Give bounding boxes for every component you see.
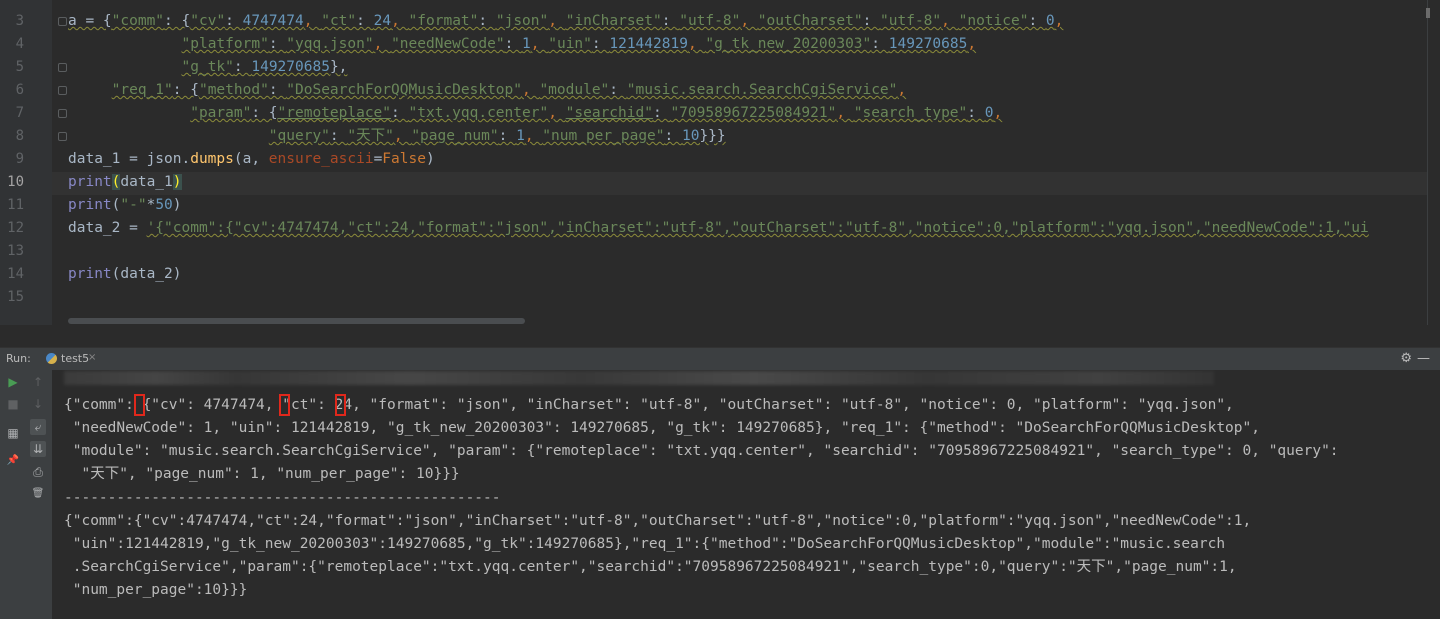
line-number: 5 xyxy=(15,59,24,75)
console-output[interactable]: {"comm": {"cv": 4747474, "ct": 24, "form… xyxy=(52,370,1440,619)
code-line-8: "query": "天下", "page_num": 1, "num_per_p… xyxy=(268,128,726,144)
rerun-icon[interactable]: ▶ xyxy=(5,374,21,390)
up-arrow-icon[interactable]: ↑ xyxy=(30,374,46,390)
trash-icon[interactable]: 🗑 xyxy=(30,486,46,502)
pin-icon[interactable]: 📌 xyxy=(5,453,21,469)
console-line: {"comm": {"cv": 4747474, "ct": 24, "form… xyxy=(64,397,1234,413)
run-toolbar: ▶ ↑ ■ ↓ ▦ ⤶ ⇊ 📌 ⎙ 🗑 xyxy=(0,370,52,619)
code-line-7: "param": {"remoteplace": "txt.yqq.center… xyxy=(190,105,1003,121)
line-number: 15 xyxy=(7,289,24,305)
layout-icon[interactable]: ▦ xyxy=(5,425,21,441)
console-line: .SearchCgiService","param":{"remoteplace… xyxy=(64,559,1237,575)
line-number: 13 xyxy=(7,243,24,259)
run-panel-header: Run: test5 × ⚙ — xyxy=(0,347,1440,372)
code-line-14: print(data_2) xyxy=(68,266,182,282)
fold-marker-icon[interactable] xyxy=(58,63,67,72)
code-line-5: "g_tk": 149270685}, xyxy=(181,59,348,75)
console-line: "天下", "page_num": 1, "num_per_page": 10}… xyxy=(64,466,460,482)
run-tab-label: test5 xyxy=(61,352,90,365)
annotation-box xyxy=(279,394,290,416)
print-icon[interactable]: ⎙ xyxy=(30,464,46,480)
line-number: 14 xyxy=(7,266,24,282)
code-editor[interactable]: 3 4 5 6 7 8 9 10 11 12 13 14 15 a = {"co… xyxy=(0,0,1440,325)
current-line-highlight xyxy=(52,172,1440,195)
code-line-9: data_1 = json.dumps(a, ensure_ascii=Fals… xyxy=(68,151,435,167)
gear-icon[interactable]: ⚙ xyxy=(1400,351,1412,366)
fold-marker-icon[interactable] xyxy=(58,86,67,95)
line-number: 4 xyxy=(15,36,24,52)
run-label: Run: xyxy=(6,352,31,365)
line-number: 7 xyxy=(15,105,24,121)
fold-marker-icon[interactable] xyxy=(58,132,67,141)
annotation-box xyxy=(134,394,145,416)
console-line: "uin":121442819,"g_tk_new_20200303":1492… xyxy=(64,536,1226,552)
line-number: 8 xyxy=(15,128,24,144)
stop-icon[interactable]: ■ xyxy=(5,396,21,412)
down-arrow-icon[interactable]: ↓ xyxy=(30,396,46,412)
scroll-to-end-icon[interactable]: ⇊ xyxy=(30,441,46,457)
console-line: "num_per_page":10}}} xyxy=(64,582,248,598)
line-number: 11 xyxy=(7,197,24,213)
annotation-box xyxy=(335,394,346,416)
run-tab-test5[interactable]: test5 × xyxy=(40,348,96,372)
blurred-command-line xyxy=(64,371,1214,385)
line-number: 12 xyxy=(7,220,24,236)
console-line: {"comm":{"cv":4747474,"ct":24,"format":"… xyxy=(64,513,1252,529)
code-line-6: "req_1": {"method": "DoSearchForQQMusicD… xyxy=(111,82,907,98)
line-number: 6 xyxy=(15,82,24,98)
horizontal-scrollbar[interactable] xyxy=(68,318,525,324)
console-line: "needNewCode": 1, "uin": 121442819, "g_t… xyxy=(64,420,1260,436)
code-line-10: print(data_1) xyxy=(68,174,182,190)
line-number: 3 xyxy=(15,13,24,29)
python-icon xyxy=(46,353,57,364)
editor-right-strip xyxy=(1427,0,1440,325)
soft-wrap-icon[interactable]: ⤶ xyxy=(30,419,46,435)
fold-marker-icon[interactable] xyxy=(58,109,67,118)
close-icon[interactable]: × xyxy=(88,352,96,363)
line-number-current: 10 xyxy=(7,174,24,190)
minimize-icon[interactable]: — xyxy=(1417,351,1430,366)
code-line-4: "platform": "yqq.json", "needNewCode": 1… xyxy=(181,36,977,52)
console-separator: ----------------------------------------… xyxy=(64,490,501,506)
code-line-12: data_2 = '{"comm":{"cv":4747474,"ct":24,… xyxy=(68,220,1369,236)
error-stripe-mark[interactable] xyxy=(1426,8,1430,18)
line-number-gutter: 3 4 5 6 7 8 9 10 11 12 13 14 15 xyxy=(0,0,52,325)
code-line-3: a = {"comm": {"cv": 4747474, "ct": 24, "… xyxy=(68,13,1064,29)
line-number: 9 xyxy=(15,151,24,167)
fold-marker-icon[interactable] xyxy=(58,17,67,26)
code-line-11: print("-"*50) xyxy=(68,197,182,213)
console-line: "module": "music.search.SearchCgiService… xyxy=(64,443,1339,459)
